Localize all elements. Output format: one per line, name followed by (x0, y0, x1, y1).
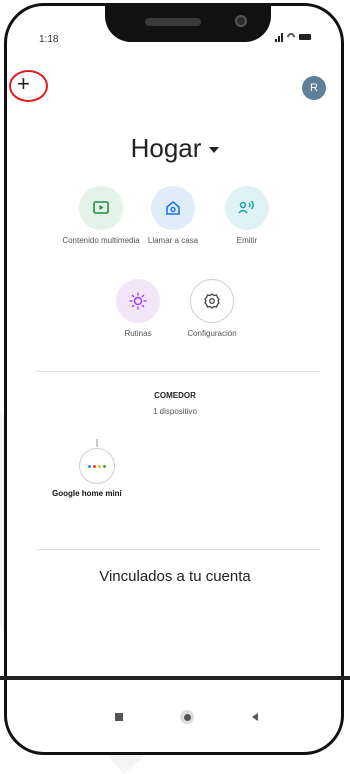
dropdown-caret-icon (209, 147, 220, 154)
cast-icon-circle (225, 186, 269, 230)
status-icons (275, 31, 311, 43)
status-time: 1:18 (39, 34, 59, 45)
avatar[interactable]: R (302, 76, 326, 100)
section-divider (36, 371, 320, 372)
cast-action[interactable]: Emitir (207, 186, 287, 246)
media-label: Contenido multimedia (62, 236, 140, 245)
signal-icon (275, 32, 283, 42)
back-icon[interactable] (252, 713, 258, 721)
settings-icon-circle (190, 279, 234, 323)
room-device-count: 1 dispositivo (152, 407, 198, 416)
google-home-mini-icon[interactable] (79, 448, 115, 484)
linked-accounts-title[interactable]: Vinculados a tu cuenta (0, 568, 350, 585)
cast-icon (238, 200, 254, 214)
routines-icon (129, 292, 147, 310)
home-nav-icon[interactable] (180, 710, 194, 724)
wifi-icon (285, 31, 297, 43)
media-icon-circle (79, 186, 123, 230)
phone-frame: 1:18 (4, 3, 344, 755)
front-camera (235, 15, 247, 27)
section-divider (36, 549, 320, 550)
room-name[interactable]: COMEDOR (0, 391, 350, 400)
call-home-action[interactable]: Llamar a casa (133, 186, 213, 246)
media-action[interactable]: Contenido multimedia (61, 186, 141, 246)
recents-icon[interactable] (115, 713, 123, 721)
routines-icon-circle (116, 279, 160, 323)
routines-action[interactable]: Rutinas (98, 279, 178, 339)
routines-label: Rutinas (124, 329, 152, 338)
settings-gear-icon (204, 293, 220, 309)
media-icon (93, 201, 109, 214)
speaker-grille (145, 18, 201, 26)
home-selector[interactable]: Hogar (0, 133, 350, 164)
home-title: Hogar (130, 133, 202, 163)
settings-action[interactable]: Configuración (172, 279, 252, 339)
call-home-label: Llamar a casa (147, 236, 199, 245)
cast-label: Emitir (236, 236, 258, 245)
device-cable (96, 439, 98, 447)
phone-notch (105, 6, 271, 42)
call-home-icon (166, 200, 180, 215)
add-button-highlight (9, 70, 48, 102)
settings-label: Configuración (187, 329, 237, 338)
bottom-bezel-line (0, 676, 350, 680)
call-home-icon-circle (151, 186, 195, 230)
device-name[interactable]: Google home mini (52, 489, 122, 498)
battery-icon (299, 34, 311, 40)
